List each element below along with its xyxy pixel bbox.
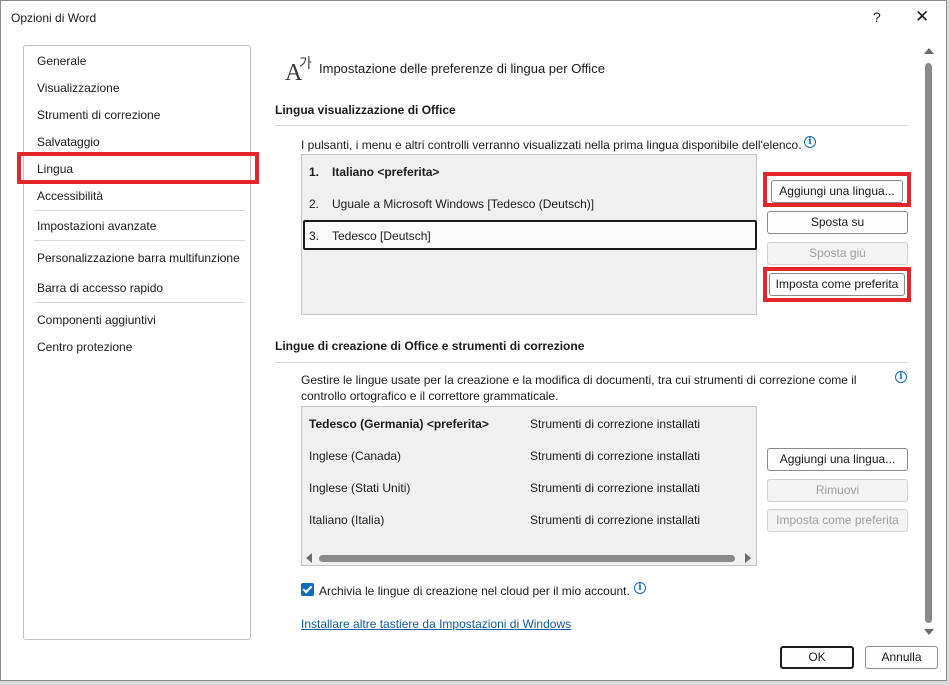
sidebar-item-personalizzazione-barra[interactable]: Personalizzazione barra multifunzione xyxy=(37,251,240,265)
sidebar-nav: Generale Visualizzazione Strumenti di co… xyxy=(23,45,251,640)
authoring-description-line2: controllo ortografico e il correttore gr… xyxy=(301,389,559,403)
remove-language-button[interactable]: Rimuovi xyxy=(767,479,908,502)
sidebar-item-salvataggio[interactable]: Salvataggio xyxy=(37,135,100,149)
cloud-storage-label[interactable]: Archivia le lingue di creazione nel clou… xyxy=(319,583,630,599)
section-divider xyxy=(275,362,908,363)
cancel-button[interactable]: Annulla xyxy=(865,646,938,669)
vertical-scroll-thumb[interactable] xyxy=(925,63,932,623)
info-icon[interactable]: i xyxy=(804,136,816,148)
table-cell-status: Strumenti di correzione installati xyxy=(530,513,701,527)
sidebar-item-generale[interactable]: Generale xyxy=(37,54,86,68)
word-options-dialog: Opzioni di Word ? ✕ Generale Visualizzaz… xyxy=(0,0,947,681)
horizontal-scroll-thumb[interactable] xyxy=(319,555,735,562)
sidebar-divider xyxy=(34,302,245,303)
sidebar-item-barra-accesso-rapido[interactable]: Barra di accesso rapido xyxy=(37,281,163,295)
cloud-storage-checkbox[interactable] xyxy=(301,583,314,596)
table-cell-status: Strumenti di correzione installati xyxy=(530,417,701,431)
display-language-heading: Lingua visualizzazione di Office xyxy=(275,103,456,117)
help-icon[interactable]: ? xyxy=(873,9,881,25)
table-cell-language[interactable]: Inglese (Canada) xyxy=(309,449,401,463)
sidebar-item-accessibilita[interactable]: Accessibilità xyxy=(37,189,103,203)
title-bar: Opzioni di Word ? ✕ xyxy=(1,1,946,35)
sidebar-item-impostazioni-avanzate[interactable]: Impostazioni avanzate xyxy=(37,219,156,233)
authoring-description-line1: Gestire le lingue usate per la creazione… xyxy=(301,373,857,387)
horizontal-scrollbar[interactable] xyxy=(303,552,755,564)
sidebar-item-strumenti-correzione[interactable]: Strumenti di correzione xyxy=(37,108,160,122)
list-item-label: Italiano <preferita> xyxy=(332,165,440,179)
table-cell-language[interactable]: Inglese (Stati Uniti) xyxy=(309,481,410,495)
language-icon: A 가 xyxy=(285,56,312,83)
move-up-button[interactable]: Sposta su xyxy=(767,211,908,234)
info-icon[interactable]: i xyxy=(634,582,646,594)
table-cell-language[interactable]: Italiano (Italia) xyxy=(309,513,384,527)
highlight-set-preferred xyxy=(763,267,911,302)
vertical-scrollbar[interactable] xyxy=(922,45,936,642)
selection-highlight-lingua xyxy=(17,152,259,184)
authoring-language-table[interactable]: Tedesco (Germania) <preferita> Strumenti… xyxy=(301,406,757,566)
ok-button[interactable]: OK xyxy=(780,646,854,669)
scroll-left-icon[interactable] xyxy=(306,553,312,563)
close-icon[interactable]: ✕ xyxy=(915,7,929,27)
display-language-list[interactable]: 1. Italiano <preferita> 2. Uguale a Micr… xyxy=(301,154,757,315)
list-item-number: 3. xyxy=(309,229,320,243)
list-item-number: 2. xyxy=(309,197,320,211)
list-item-number: 1. xyxy=(309,165,320,179)
install-keyboards-link[interactable]: Installare altre tastiere da Impostazion… xyxy=(301,617,571,631)
page-title: Impostazione delle preferenze di lingua … xyxy=(319,61,605,76)
window-title: Opzioni di Word xyxy=(11,11,97,25)
set-preferred-authoring-button[interactable]: Imposta come preferita xyxy=(767,509,908,532)
sidebar-divider xyxy=(34,240,245,241)
list-item-label: Tedesco [Deutsch] xyxy=(332,229,431,243)
authoring-language-heading: Lingue di creazione di Office e strument… xyxy=(275,339,585,353)
svg-text:가: 가 xyxy=(299,56,312,72)
sidebar-item-componenti-aggiuntivi[interactable]: Componenti aggiuntivi xyxy=(37,313,156,327)
table-cell-status: Strumenti di correzione installati xyxy=(530,481,701,495)
scroll-up-icon[interactable] xyxy=(924,48,934,54)
display-language-description: I pulsanti, i menu e altri controlli ver… xyxy=(301,138,802,152)
scroll-down-icon[interactable] xyxy=(924,629,934,635)
scroll-right-icon[interactable] xyxy=(745,553,751,563)
add-authoring-language-button[interactable]: Aggiungi una lingua... xyxy=(767,448,908,471)
move-down-button[interactable]: Sposta giù xyxy=(767,242,908,265)
sidebar-item-visualizzazione[interactable]: Visualizzazione xyxy=(37,81,120,95)
highlight-add-language xyxy=(763,172,911,207)
section-divider xyxy=(275,125,908,126)
info-icon[interactable]: i xyxy=(895,371,907,383)
table-cell-status: Strumenti di correzione installati xyxy=(530,449,701,463)
sidebar-divider xyxy=(34,210,245,211)
table-cell-language[interactable]: Tedesco (Germania) <preferita> xyxy=(309,417,489,431)
sidebar-item-centro-protezione[interactable]: Centro protezione xyxy=(37,340,132,354)
list-item-label: Uguale a Microsoft Windows [Tedesco (Deu… xyxy=(332,197,595,211)
